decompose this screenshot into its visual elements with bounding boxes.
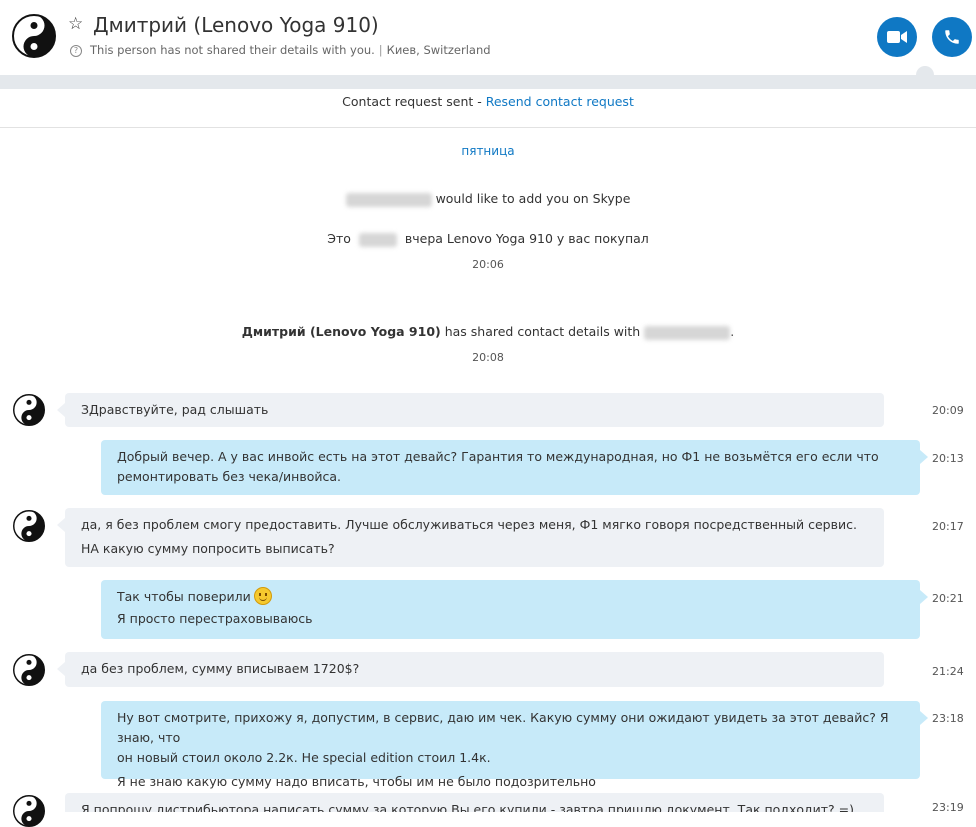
incoming-message-bubble[interactable]: да без проблем, сумму вписываем 1720$? — [57, 652, 884, 687]
system-message-text: would like to add you on Skype — [435, 191, 631, 206]
message-timestamp: 20:21 — [932, 592, 964, 605]
period: . — [730, 324, 735, 339]
chat-header: ☆ Дмитрий (Lenovo Yoga 910) ? This person… — [0, 0, 976, 76]
sender-avatar[interactable] — [13, 394, 45, 426]
message-timestamp: 23:18 — [932, 712, 964, 725]
incoming-message-bubble[interactable]: да, я без проблем смогу предоставить. Лу… — [57, 508, 884, 567]
redacted-name — [345, 192, 432, 207]
phone-icon — [945, 30, 959, 44]
outgoing-message-bubble[interactable]: Ну вот смотрите, прихожу я, допустим, в … — [101, 701, 928, 789]
video-camera-icon — [887, 31, 907, 43]
redacted-name — [358, 232, 397, 247]
message-timestamp: 21:24 — [932, 665, 964, 678]
incoming-message-bubble[interactable]: Я попрошу дистрибьютора написать сумму з… — [65, 793, 884, 812]
system-message: Это вчера Lenovo Yoga 910 у вас покупал — [0, 231, 976, 247]
system-message-text: вчера Lenovo Yoga 910 у вас покупал — [404, 231, 649, 246]
message-line: он новый стоил около 2.2к. Не special ed… — [117, 750, 491, 765]
sender-avatar[interactable] — [13, 795, 45, 827]
message-timestamp: 20:06 — [472, 258, 504, 271]
message-line: Ну вот смотрите, прихожу я, допустим, в … — [117, 710, 889, 745]
message-line: НА какую сумму попросить выписать? — [81, 541, 335, 556]
message-line: ЗДравствуйте, рад слышать — [81, 402, 269, 417]
request-sent-text: Contact request sent - — [342, 94, 486, 109]
contact-request-bar: Contact request sent - Resend contact re… — [0, 89, 976, 128]
typing-indicator-icon — [916, 66, 934, 84]
outgoing-message-bubble[interactable]: Добрый вечер. А у вас инвойс есть на это… — [101, 440, 928, 495]
sender-avatar[interactable] — [13, 510, 45, 542]
message-line: Так чтобы поверили — [117, 587, 904, 607]
header-divider — [0, 75, 976, 89]
help-icon[interactable]: ? — [70, 45, 82, 57]
message-timestamp: 23:19 — [932, 801, 964, 814]
smiley-emoji-icon — [253, 587, 272, 605]
message-line: Я просто перестраховываюсь — [117, 611, 313, 626]
outgoing-message-bubble[interactable]: Так чтобы поверили Я просто перестраховы… — [101, 580, 928, 639]
message-line: Я попрошу дистрибьютора написать сумму з… — [81, 802, 855, 812]
redacted-name — [644, 325, 731, 340]
contact-name-bold: Дмитрий (Lenovo Yoga 910) — [241, 324, 441, 339]
message-line: да без проблем, сумму вписываем 1720$? — [81, 661, 360, 676]
system-message: Дмитрий (Lenovo Yoga 910) has shared con… — [0, 324, 976, 340]
message-timestamp: 20:09 — [932, 404, 964, 417]
day-separator: пятница — [461, 144, 515, 158]
system-message-prefix: Это — [327, 231, 351, 246]
system-message: would like to add you on Skype — [0, 191, 976, 207]
message-text: Так чтобы поверили — [117, 589, 251, 604]
audio-call-button[interactable] — [932, 17, 972, 57]
sender-avatar[interactable] — [13, 654, 45, 686]
message-timestamp: 20:13 — [932, 452, 964, 465]
incoming-message-bubble[interactable]: ЗДравствуйте, рад слышать — [57, 393, 884, 427]
resend-request-link[interactable]: Resend contact request — [486, 94, 634, 109]
message-timestamp: 20:17 — [932, 520, 964, 533]
message-line: Добрый вечер. А у вас инвойс есть на это… — [117, 449, 879, 464]
system-message-text: has shared contact details with — [444, 324, 641, 339]
details-text: This person has not shared their details… — [90, 43, 375, 57]
message-line: ремонтировать без чека/инвойса. — [117, 469, 341, 484]
message-line: Я не знаю какую сумму надо вписать, чтоб… — [117, 774, 596, 789]
contact-details: ? This person has not shared their detail… — [70, 43, 491, 57]
contact-name: Дмитрий (Lenovo Yoga 910) — [93, 13, 379, 37]
video-call-button[interactable] — [877, 17, 917, 57]
contact-avatar[interactable] — [12, 14, 56, 58]
message-line: да, я без проблем смогу предоставить. Лу… — [81, 517, 857, 532]
message-timestamp: 20:08 — [472, 351, 504, 364]
favorite-star-icon[interactable]: ☆ — [68, 14, 83, 34]
contact-location: Киев, Switzerland — [386, 43, 491, 57]
details-separator: | — [378, 43, 383, 57]
